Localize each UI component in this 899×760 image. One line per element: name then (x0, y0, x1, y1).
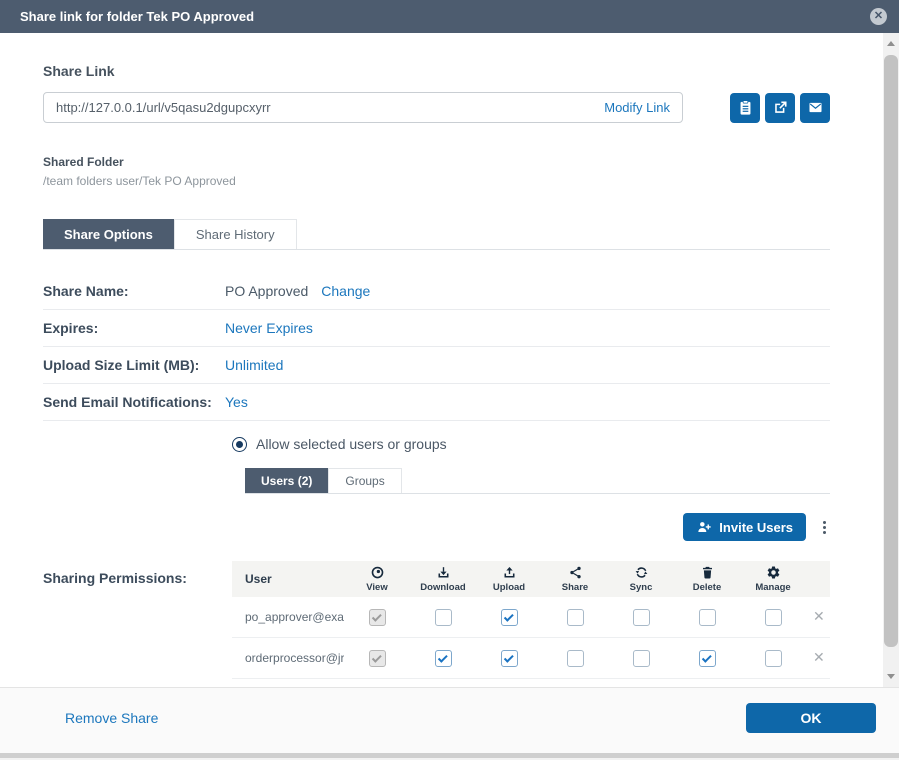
close-button[interactable]: ✕ (870, 8, 887, 25)
permission-column-header-sync: Sync (608, 565, 674, 593)
permission-checkbox-manage[interactable] (765, 650, 782, 667)
dialog-bottom-edge (0, 747, 899, 760)
setting-link-change[interactable]: Change (321, 283, 370, 299)
share-dialog: Share link for folder Tek PO Approved ✕ … (0, 0, 899, 760)
person-plus-icon (696, 519, 712, 535)
setting-label: Expires: (43, 320, 225, 336)
setting-label: Send Email Notifications: (43, 394, 225, 410)
permission-checkbox-upload[interactable] (501, 609, 518, 626)
envelope-icon (807, 99, 824, 116)
permission-column-header-download: Download (410, 565, 476, 593)
permission-checkbox-view (369, 609, 386, 626)
setting-row-send-email-notifications: Send Email Notifications:Yes (43, 384, 830, 421)
setting-row-upload-size-limit-mb: Upload Size Limit (MB):Unlimited (43, 347, 830, 384)
share-url-value: http://127.0.0.1/url/v5qasu2dgupcxyrr (56, 100, 271, 115)
tab-share-history[interactable]: Share History (174, 219, 297, 249)
setting-label: Upload Size Limit (MB): (43, 357, 225, 373)
setting-label: Share Name: (43, 283, 225, 299)
permission-column-header-manage: Manage (740, 565, 806, 593)
permission-column-label: Download (420, 582, 465, 593)
email-link-button[interactable] (800, 93, 830, 123)
setting-row-expires: Expires:Never Expires (43, 310, 830, 347)
sharing-permissions-label: Sharing Permissions: (43, 561, 232, 679)
radio-label: Allow selected users or groups (256, 436, 447, 452)
remove-user-icon[interactable]: ✕ (806, 649, 825, 665)
dialog-footer: Remove Share OK (0, 687, 899, 747)
dialog-title: Share link for folder Tek PO Approved (20, 9, 254, 24)
radio-selected-icon[interactable] (232, 437, 247, 452)
gear-icon (766, 565, 781, 580)
permission-checkbox-sync[interactable] (633, 650, 650, 667)
sync-icon (634, 565, 649, 580)
ok-button[interactable]: OK (746, 703, 876, 733)
permission-column-label: Upload (493, 582, 525, 593)
permissions-table-header: User View Download Upload Share Sync Delete Ma… (232, 561, 830, 597)
external-link-icon (772, 99, 789, 116)
share-link-label: Share Link (43, 63, 830, 79)
main-tabbar: Share OptionsShare History (43, 219, 830, 250)
scrollbar[interactable] (883, 33, 899, 687)
permission-column-label: Manage (755, 582, 790, 593)
setting-link-yes[interactable]: Yes (225, 394, 248, 410)
trash-icon (700, 565, 715, 580)
permission-column-label: Sync (630, 582, 653, 593)
remove-share-link[interactable]: Remove Share (65, 710, 158, 726)
permission-checkbox-download[interactable] (435, 609, 452, 626)
share-settings: Share Name:PO Approved Change Expires:Neve… (43, 273, 830, 421)
allow-users-radio-row: Allow selected users or groups (232, 433, 830, 455)
permission-checkbox-share[interactable] (567, 609, 584, 626)
share-icon (568, 565, 583, 580)
permission-user: po_approver@exa... (232, 610, 344, 624)
clipboard-icon (737, 99, 754, 116)
permission-checkbox-sync[interactable] (633, 609, 650, 626)
setting-value: PO Approved (225, 283, 308, 299)
setting-link-never-expires[interactable]: Never Expires (225, 320, 313, 336)
link-action-buttons (730, 93, 830, 123)
user-column-header: User (232, 572, 344, 586)
permission-row: orderprocessor@jr... ✕ (232, 638, 830, 679)
permission-column-label: View (366, 582, 387, 593)
upload-icon (502, 565, 517, 580)
download-icon (436, 565, 451, 580)
dialog-titlebar: Share link for folder Tek PO Approved ✕ (0, 0, 899, 33)
remove-user-icon[interactable]: ✕ (806, 608, 825, 624)
scroll-up-icon[interactable] (887, 41, 895, 46)
eye-icon (370, 565, 385, 580)
permissions-table: User View Download Upload Share Sync Delete Ma… (232, 561, 830, 679)
permission-column-header-share: Share (542, 565, 608, 593)
copy-link-button[interactable] (730, 93, 760, 123)
invite-users-label: Invite Users (719, 520, 793, 535)
permission-checkbox-share[interactable] (567, 650, 584, 667)
kebab-menu-icon[interactable] (819, 519, 830, 536)
permission-row: po_approver@exa... ✕ (232, 597, 830, 638)
permission-checkbox-download[interactable] (435, 650, 452, 667)
scroll-down-icon[interactable] (887, 674, 895, 679)
shared-folder-path: /team folders user/Tek PO Approved (43, 174, 830, 188)
tab-users-2[interactable]: Users (2) (245, 468, 328, 493)
invite-users-button[interactable]: Invite Users (683, 513, 806, 541)
permission-checkbox-view (369, 650, 386, 667)
modify-link[interactable]: Modify Link (604, 100, 670, 115)
share-url-input[interactable]: http://127.0.0.1/url/v5qasu2dgupcxyrr Mo… (43, 92, 683, 123)
permission-column-header-delete: Delete (674, 565, 740, 593)
permission-user: orderprocessor@jr... (232, 651, 344, 665)
permission-checkbox-upload[interactable] (501, 650, 518, 667)
permission-column-header-view: View (344, 565, 410, 593)
users-groups-tabbar: Users (2)Groups (245, 468, 830, 494)
permission-column-label: Share (562, 582, 588, 593)
tab-share-options[interactable]: Share Options (43, 219, 174, 249)
permission-column-header-upload: Upload (476, 565, 542, 593)
scrollbar-thumb[interactable] (884, 55, 898, 647)
tab-groups[interactable]: Groups (328, 468, 401, 493)
shared-folder-label: Shared Folder (43, 155, 830, 169)
open-link-button[interactable] (765, 93, 795, 123)
permission-checkbox-delete[interactable] (699, 609, 716, 626)
setting-link-unlimited[interactable]: Unlimited (225, 357, 283, 373)
setting-row-share-name: Share Name:PO Approved Change (43, 273, 830, 310)
close-icon: ✕ (874, 11, 883, 22)
permission-checkbox-manage[interactable] (765, 609, 782, 626)
permission-checkbox-delete[interactable] (699, 650, 716, 667)
permission-column-label: Delete (693, 582, 722, 593)
